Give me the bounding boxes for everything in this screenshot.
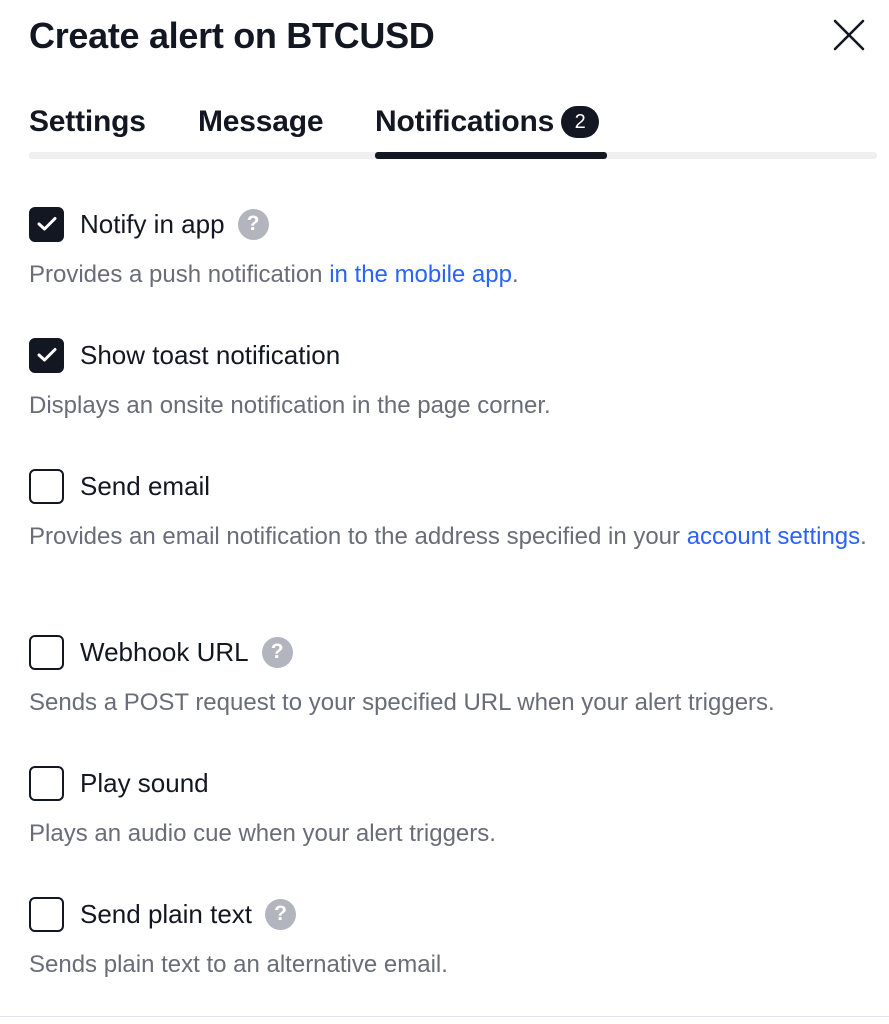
send-plain-text-checkbox[interactable]	[29, 896, 64, 932]
mobile-app-link[interactable]: in the mobile app	[329, 261, 512, 288]
notify-in-app-desc-end: .	[511, 261, 519, 288]
tab-settings[interactable]: Settings	[29, 98, 146, 146]
option-show-toast: Show toast notification Displays an onsi…	[29, 337, 869, 423]
create-alert-dialog: Create alert on BTCUSD Settings Message …	[0, 0, 889, 1024]
option-notify-in-app: Notify in app ? Provides a push notifica…	[29, 206, 869, 292]
question-mark-icon[interactable]: ?	[261, 636, 293, 668]
notifications-count-badge: 2	[561, 106, 600, 138]
send-plain-text-label: Send plain text	[80, 899, 253, 929]
webhook-url-description: Sends a POST request to your specified U…	[29, 689, 775, 716]
tab-notifications[interactable]: Notifications 2	[375, 98, 600, 146]
checkmark-icon	[37, 217, 56, 231]
notify-in-app-description: Provides a push notification in the mobi…	[29, 257, 869, 292]
checkmark-icon	[37, 348, 56, 362]
play-sound-checkbox[interactable]	[29, 765, 64, 801]
close-button[interactable]	[831, 17, 867, 53]
option-send-email: Send email Provides an email notificatio…	[29, 468, 869, 554]
tab-notifications-label: Notifications	[375, 105, 555, 138]
option-send-plain-text: Send plain text ? Sends plain text to an…	[29, 896, 869, 982]
notify-in-app-checkbox[interactable]	[29, 206, 64, 242]
send-email-checkbox[interactable]	[29, 468, 64, 504]
notify-in-app-desc-text: Provides a push notification	[29, 261, 330, 288]
webhook-url-checkbox[interactable]	[29, 634, 64, 670]
active-tab-indicator	[375, 152, 607, 159]
account-settings-link[interactable]: account settings	[687, 523, 860, 550]
option-webhook-url: Webhook URL ? Sends a POST request to yo…	[29, 634, 869, 720]
question-mark-icon[interactable]: ?	[237, 208, 269, 240]
tab-message[interactable]: Message	[198, 98, 324, 146]
tab-message-label: Message	[198, 105, 324, 138]
send-email-desc-text: Provides an email notification to the ad…	[29, 523, 687, 550]
webhook-url-label: Webhook URL	[80, 637, 249, 667]
show-toast-checkbox[interactable]	[29, 337, 64, 373]
close-icon	[833, 19, 865, 51]
option-play-sound: Play sound Plays an audio cue when your …	[29, 765, 869, 851]
play-sound-label: Play sound	[80, 768, 209, 798]
notify-in-app-label: Notify in app	[80, 209, 225, 239]
send-plain-text-description: Sends plain text to an alternative email…	[29, 951, 448, 978]
send-email-label: Send email	[80, 471, 211, 501]
send-email-description: Provides an email notification to the ad…	[29, 519, 869, 554]
play-sound-description: Plays an audio cue when your alert trigg…	[29, 820, 496, 847]
tab-settings-label: Settings	[29, 105, 146, 138]
show-toast-label: Show toast notification	[80, 340, 341, 370]
tab-bar: Settings Message Notifications 2	[29, 98, 877, 160]
show-toast-description: Displays an onsite notification in the p…	[29, 392, 551, 419]
send-email-desc-end: .	[860, 523, 867, 550]
bottom-divider	[0, 1016, 889, 1017]
dialog-title: Create alert on BTCUSD	[29, 15, 435, 56]
question-mark-icon[interactable]: ?	[265, 898, 297, 930]
